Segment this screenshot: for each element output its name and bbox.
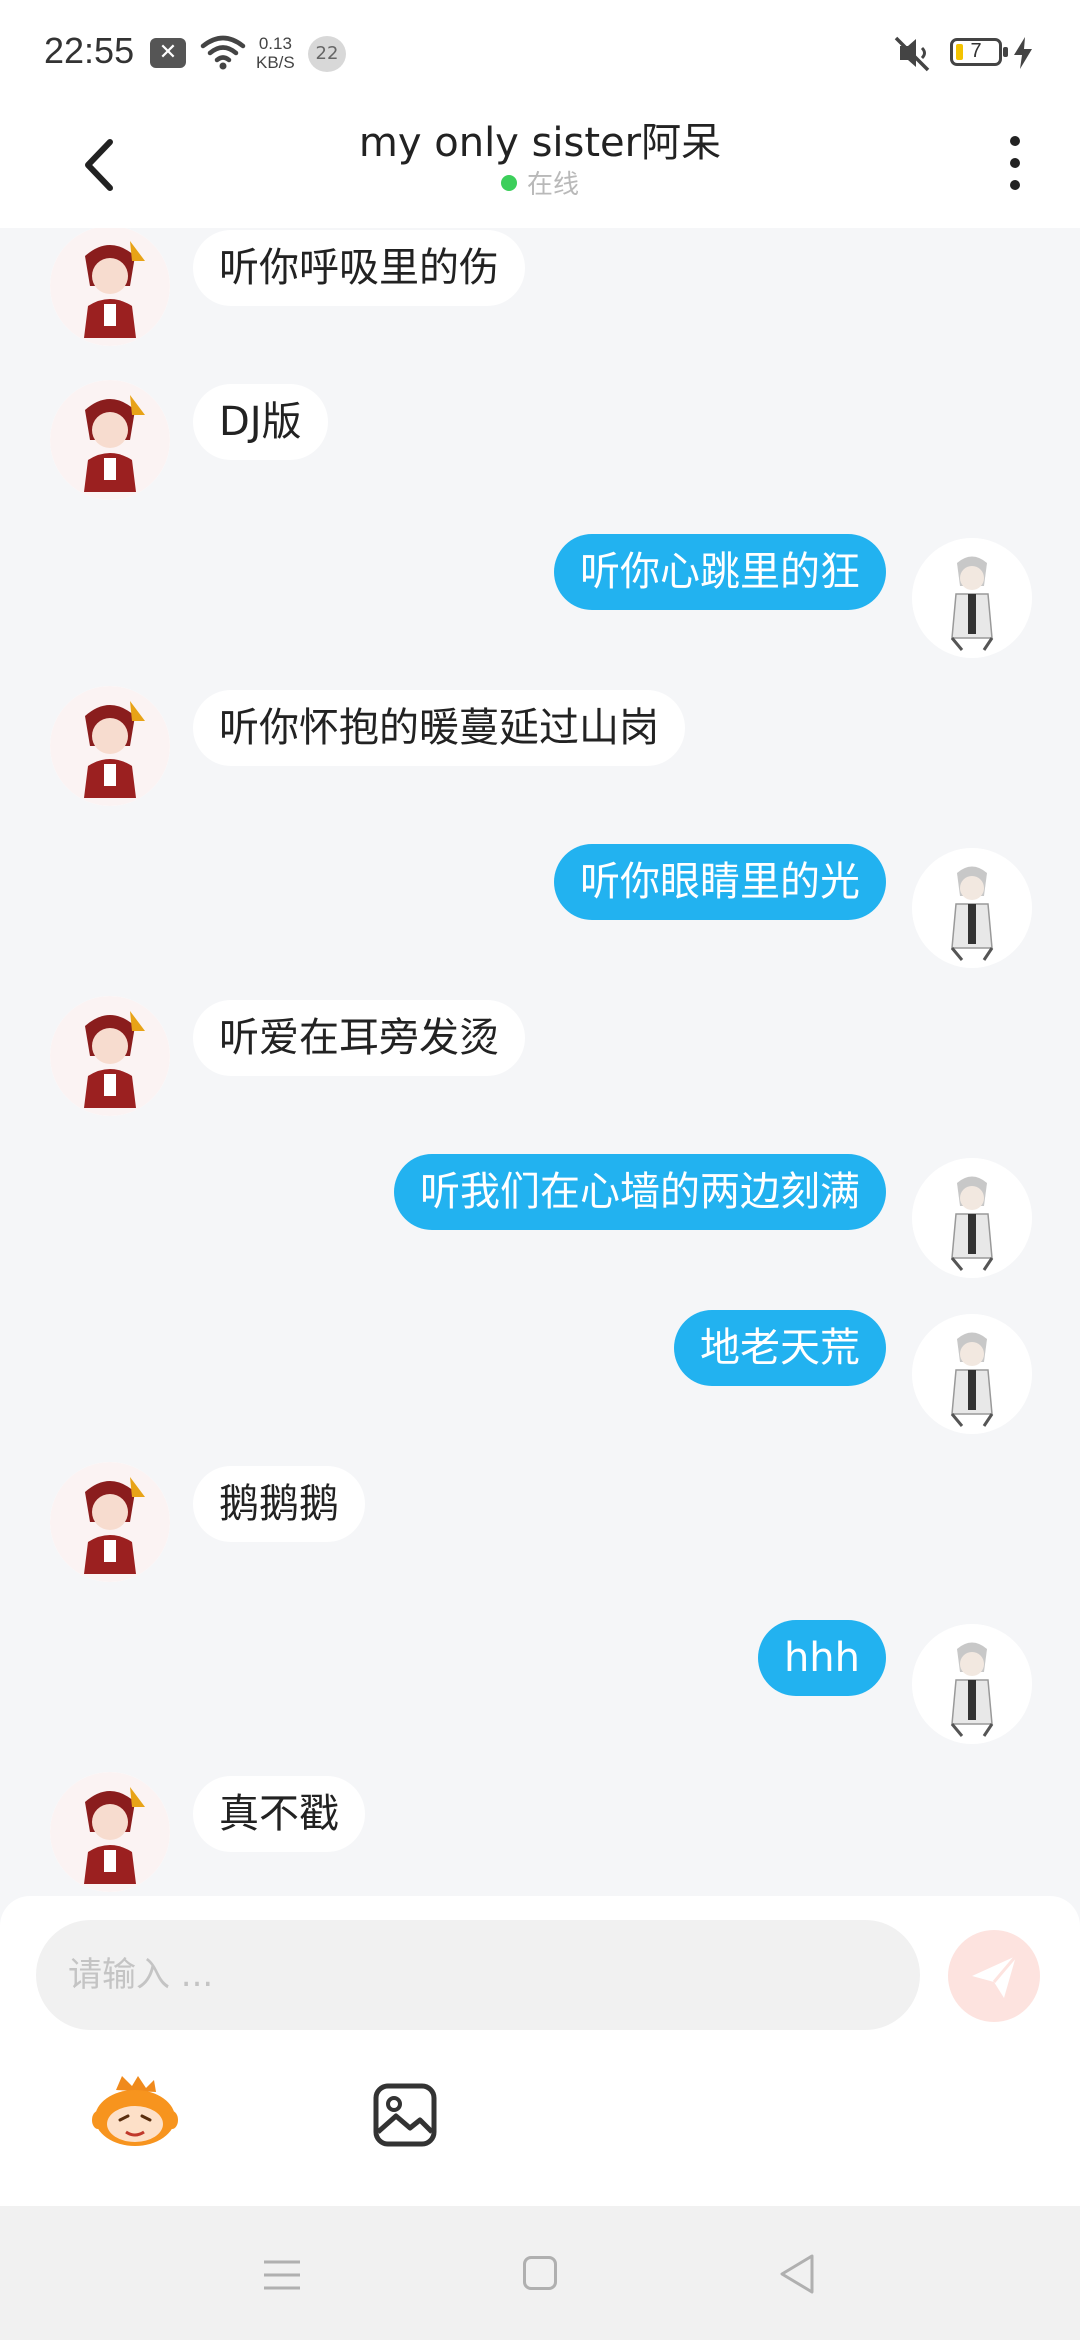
incoming-message-bubble[interactable]: 听爱在耳旁发烫: [193, 1000, 525, 1076]
emoji-icon: [92, 2076, 178, 2146]
system-navigation-bar: [0, 2206, 1080, 2340]
incoming-message-bubble[interactable]: 真不戳: [193, 1776, 365, 1852]
contact-avatar[interactable]: [50, 996, 170, 1116]
contact-avatar-icon: [50, 1462, 170, 1582]
contact-avatar-icon: [50, 1772, 170, 1892]
wifi-icon: [200, 34, 246, 74]
my-avatar-icon: [912, 1624, 1032, 1744]
emoji-button[interactable]: [92, 2076, 178, 2148]
my-avatar[interactable]: [912, 1314, 1032, 1434]
recent-apps-button[interactable]: [262, 2258, 302, 2292]
outgoing-message-bubble[interactable]: 听你眼睛里的光: [554, 844, 886, 920]
more-dot: [1010, 180, 1020, 190]
contact-avatar[interactable]: [50, 228, 170, 346]
outgoing-message-bubble[interactable]: 听你心跳里的狂: [554, 534, 886, 610]
outgoing-message-bubble[interactable]: 听我们在心墙的两边刻满: [394, 1154, 886, 1230]
battery-level: 7: [970, 40, 982, 62]
online-status-label: 在线: [526, 170, 579, 200]
more-dot: [1010, 136, 1020, 146]
message-input[interactable]: [36, 1920, 920, 2030]
message-composer: [0, 1896, 1080, 2206]
send-button[interactable]: [948, 1930, 1040, 2022]
incoming-message-bubble[interactable]: 听你呼吸里的伤: [193, 230, 525, 306]
contact-avatar[interactable]: [50, 380, 170, 500]
battery-icon: 7: [950, 38, 1008, 66]
online-dot-icon: [500, 175, 517, 191]
image-icon: [373, 2083, 437, 2147]
contact-avatar[interactable]: [50, 1462, 170, 1582]
chat-message-list[interactable]: 听你呼吸里的伤 DJ版 听你心跳里的狂 听你怀抱的暖蔓延过山岗 听你眼睛里的光 …: [0, 228, 1080, 1896]
home-button[interactable]: [523, 2256, 557, 2290]
network-speed-unit: KB/S: [256, 53, 295, 72]
contact-avatar-icon: [50, 686, 170, 806]
contact-avatar-icon: [50, 228, 170, 346]
my-avatar-icon: [912, 1158, 1032, 1278]
chat-header: my only sister阿呆 在线: [0, 104, 1080, 228]
menu-icon: [264, 2260, 300, 2290]
my-avatar[interactable]: [912, 848, 1032, 968]
triangle-back-icon: [780, 2254, 814, 2294]
my-avatar-icon: [912, 1314, 1032, 1434]
contact-avatar-icon: [50, 996, 170, 1116]
status-bar: 22:55 ✕ 0.13 KB/S 22 7: [0, 0, 1080, 104]
my-avatar[interactable]: [912, 538, 1032, 658]
my-avatar-icon: [912, 848, 1032, 968]
contact-avatar-icon: [50, 380, 170, 500]
contact-avatar[interactable]: [50, 686, 170, 806]
notification-count-badge: 22: [308, 36, 346, 72]
system-back-button[interactable]: [776, 2252, 816, 2296]
more-options-button[interactable]: [1000, 124, 1030, 204]
network-speed: 0.13 KB/S: [256, 34, 295, 72]
network-speed-value: 0.13: [258, 34, 292, 53]
outgoing-message-bubble[interactable]: hhh: [757, 1620, 886, 1696]
contact-avatar[interactable]: [50, 1772, 170, 1892]
my-avatar[interactable]: [912, 1624, 1032, 1744]
charging-icon: [1012, 36, 1034, 74]
my-avatar-icon: [912, 538, 1032, 658]
my-avatar[interactable]: [912, 1158, 1032, 1278]
incoming-message-bubble[interactable]: 听你怀抱的暖蔓延过山岗: [193, 690, 685, 766]
app-notification-icon: ✕: [150, 38, 186, 68]
incoming-message-bubble[interactable]: 鹅鹅鹅: [193, 1466, 365, 1542]
incoming-message-bubble[interactable]: DJ版: [193, 384, 328, 460]
send-icon: [972, 1955, 1018, 1998]
status-time: 22:55: [44, 30, 135, 71]
more-dot: [1010, 158, 1020, 168]
mute-icon: [890, 34, 936, 78]
chat-title: my only sister阿呆: [358, 120, 722, 166]
online-status: 在线: [0, 164, 1080, 201]
outgoing-message-bubble[interactable]: 地老天荒: [674, 1310, 886, 1386]
image-button[interactable]: [372, 2082, 438, 2148]
